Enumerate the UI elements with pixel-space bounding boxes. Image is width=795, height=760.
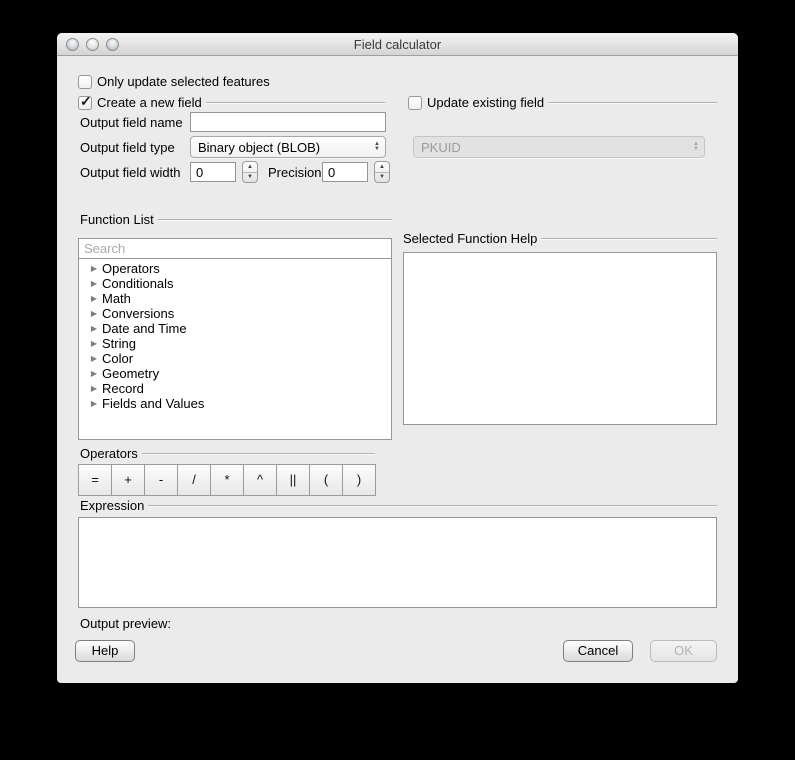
tree-expander-icon[interactable]: ▶ <box>86 264 102 273</box>
tree-item-operators[interactable]: ▶Operators <box>79 261 391 276</box>
checkbox-box[interactable] <box>78 75 92 89</box>
create-new-field-label: Create a new field <box>97 95 202 110</box>
group-divider <box>206 102 385 104</box>
precision-stepper[interactable]: ▲ ▼ <box>374 161 390 183</box>
only-update-label: Only update selected features <box>97 74 270 89</box>
function-help-panel <box>403 252 717 425</box>
update-existing-label: Update existing field <box>427 95 544 110</box>
output-field-name-input[interactable] <box>190 112 386 132</box>
stepper-up-icon[interactable]: ▲ <box>243 162 257 173</box>
existing-field-select: PKUID ▲▼ <box>413 136 705 158</box>
output-field-width-input[interactable] <box>190 162 236 182</box>
function-list-label: Function List <box>80 212 154 227</box>
operator-divide-button[interactable]: / <box>177 465 210 495</box>
stepper-down-icon[interactable]: ▼ <box>243 173 257 183</box>
operators-label: Operators <box>80 446 138 461</box>
output-field-name-label: Output field name <box>80 115 183 130</box>
combo-arrows-icon: ▲▼ <box>693 142 699 152</box>
checkmark-icon: ✓ <box>80 93 92 110</box>
field-calculator-dialog: Field calculator Only update selected fe… <box>57 33 738 683</box>
selected-type-value: Binary object (BLOB) <box>198 140 320 155</box>
expression-label: Expression <box>80 498 144 513</box>
width-stepper[interactable]: ▲ ▼ <box>242 161 258 183</box>
tree-expander-icon[interactable]: ▶ <box>86 384 102 393</box>
zoom-window-icon[interactable] <box>106 38 119 51</box>
stepper-up-icon[interactable]: ▲ <box>375 162 389 173</box>
group-divider <box>548 102 717 104</box>
create-new-field-checkbox[interactable]: ✓ Create a new field <box>78 95 385 110</box>
tree-expander-icon[interactable]: ▶ <box>86 354 102 363</box>
operator-plus-button[interactable]: + <box>111 465 144 495</box>
window-title: Field calculator <box>57 33 738 56</box>
output-field-width-label: Output field width <box>80 165 180 180</box>
help-button[interactable]: Help <box>75 640 135 662</box>
checkbox-box[interactable]: ✓ <box>78 96 92 110</box>
tree-expander-icon[interactable]: ▶ <box>86 279 102 288</box>
title-bar[interactable]: Field calculator <box>57 33 738 56</box>
minimize-window-icon[interactable] <box>86 38 99 51</box>
group-divider <box>158 219 392 221</box>
update-existing-checkbox[interactable]: Update existing field <box>408 95 717 110</box>
tree-item-fields-and-values[interactable]: ▶Fields and Values <box>79 396 391 411</box>
group-divider <box>541 238 717 240</box>
precision-input[interactable] <box>322 162 368 182</box>
close-window-icon[interactable] <box>66 38 79 51</box>
operator-power-button[interactable]: ^ <box>243 465 276 495</box>
ok-button[interactable]: OK <box>650 640 717 662</box>
combo-arrows-icon: ▲▼ <box>374 142 380 152</box>
tree-item-record[interactable]: ▶Record <box>79 381 391 396</box>
tree-expander-icon[interactable]: ▶ <box>86 294 102 303</box>
tree-item-math[interactable]: ▶Math <box>79 291 391 306</box>
only-update-checkbox[interactable]: Only update selected features <box>78 74 270 89</box>
function-tree[interactable]: ▶Operators ▶Conditionals ▶Math ▶Conversi… <box>78 259 392 440</box>
cancel-button[interactable]: Cancel <box>563 640 633 662</box>
selected-existing-field-value: PKUID <box>421 140 461 155</box>
output-field-type-select[interactable]: Binary object (BLOB) ▲▼ <box>190 136 386 158</box>
selected-function-help-label: Selected Function Help <box>403 231 537 246</box>
tree-expander-icon[interactable]: ▶ <box>86 324 102 333</box>
operator-multiply-button[interactable]: * <box>210 465 243 495</box>
tree-item-conditionals[interactable]: ▶Conditionals <box>79 276 391 291</box>
tree-item-geometry[interactable]: ▶Geometry <box>79 366 391 381</box>
precision-label: Precision <box>268 165 321 180</box>
expression-editor[interactable] <box>78 517 717 608</box>
operators-toolbar: = + - / * ^ || ( ) <box>78 464 376 496</box>
tree-item-string[interactable]: ▶String <box>79 336 391 351</box>
operator-concat-button[interactable]: || <box>276 465 309 495</box>
tree-item-date-and-time[interactable]: ▶Date and Time <box>79 321 391 336</box>
operator-open-paren-button[interactable]: ( <box>309 465 342 495</box>
operator-close-paren-button[interactable]: ) <box>342 465 375 495</box>
checkbox-box[interactable] <box>408 96 422 110</box>
output-field-type-label: Output field type <box>80 140 175 155</box>
tree-item-conversions[interactable]: ▶Conversions <box>79 306 391 321</box>
output-preview-label: Output preview: <box>80 616 171 631</box>
tree-expander-icon[interactable]: ▶ <box>86 309 102 318</box>
tree-expander-icon[interactable]: ▶ <box>86 399 102 408</box>
operator-minus-button[interactable]: - <box>144 465 177 495</box>
operator-equals-button[interactable]: = <box>79 465 111 495</box>
group-divider <box>148 505 717 507</box>
tree-item-color[interactable]: ▶Color <box>79 351 391 366</box>
tree-expander-icon[interactable]: ▶ <box>86 339 102 348</box>
stepper-down-icon[interactable]: ▼ <box>375 173 389 183</box>
function-search-input[interactable] <box>78 238 392 259</box>
tree-expander-icon[interactable]: ▶ <box>86 369 102 378</box>
group-divider <box>142 453 375 455</box>
